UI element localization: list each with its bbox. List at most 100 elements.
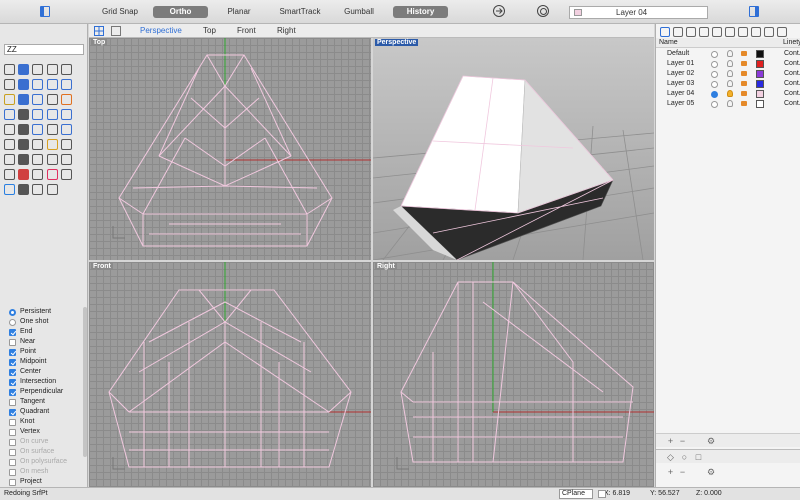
osnap-item[interactable]: Intersection xyxy=(8,377,86,387)
secondary-remove-icon[interactable]: − xyxy=(678,468,687,477)
layer-color-swatch[interactable] xyxy=(756,100,764,108)
lights-tab-icon[interactable] xyxy=(738,27,748,37)
tool-icon[interactable] xyxy=(18,169,30,180)
remove-layer-icon[interactable]: − xyxy=(678,437,687,446)
tool-icon[interactable] xyxy=(46,109,58,120)
tool-icon[interactable] xyxy=(3,169,15,180)
smarttrack-button[interactable]: SmartTrack xyxy=(277,6,323,18)
tool-icon[interactable] xyxy=(61,109,73,120)
history-button[interactable]: History xyxy=(393,6,448,18)
tool-icon[interactable] xyxy=(46,184,58,195)
layer-current-radio[interactable] xyxy=(711,100,718,108)
filter-target-icon[interactable] xyxy=(537,5,549,17)
tool-icon[interactable] xyxy=(18,139,30,150)
lightbulb-icon[interactable] xyxy=(727,100,733,107)
layer-color-swatch[interactable] xyxy=(756,60,764,68)
secondary-materials-icon[interactable]: □ xyxy=(694,453,703,462)
osnap-checkbox[interactable] xyxy=(9,478,16,486)
osnap-item[interactable]: Vertex xyxy=(8,427,86,437)
osnap-item[interactable]: On surface xyxy=(8,447,86,457)
osnap-scrollbar[interactable] xyxy=(83,307,87,457)
tool-icon[interactable] xyxy=(32,109,44,120)
osnap-item[interactable]: Midpoint xyxy=(8,357,86,367)
tool-icon[interactable] xyxy=(18,124,30,135)
tool-icon[interactable] xyxy=(32,169,44,180)
layers-tab-icon[interactable] xyxy=(660,27,670,37)
layer-row[interactable]: Layer 04 Cont. xyxy=(656,89,800,99)
monitor-tab-icon[interactable] xyxy=(764,27,774,37)
linetype-column-header[interactable]: Linety xyxy=(783,38,800,48)
viewport-right[interactable]: Right xyxy=(373,262,654,487)
layer-options-gear-icon[interactable]: ⚙ xyxy=(704,437,718,446)
single-view-layout-icon[interactable] xyxy=(111,26,121,36)
lock-icon[interactable] xyxy=(741,51,747,56)
tool-icon[interactable] xyxy=(46,94,58,105)
lightbulb-icon[interactable] xyxy=(727,70,733,77)
tool-icon[interactable] xyxy=(32,154,44,165)
lock-icon[interactable] xyxy=(741,101,747,106)
secondary-add-icon[interactable]: + xyxy=(666,468,675,477)
tool-icon[interactable] xyxy=(3,184,15,195)
layer-row[interactable]: Layer 01 Cont. xyxy=(656,59,800,69)
osnap-checkbox[interactable] xyxy=(9,468,16,476)
tool-icon[interactable] xyxy=(32,64,44,75)
osnap-item[interactable]: On mesh xyxy=(8,467,86,477)
properties-tab-icon[interactable] xyxy=(673,27,683,37)
osnap-item[interactable]: Quadrant xyxy=(8,407,86,417)
osnap-radio[interactable] xyxy=(9,308,16,316)
tool-icon[interactable] xyxy=(32,139,44,150)
osnap-item[interactable]: One shot xyxy=(8,317,86,327)
coord-lock-checkbox[interactable] xyxy=(598,490,606,498)
layer-current-radio[interactable] xyxy=(711,50,718,58)
planar-button[interactable]: Planar xyxy=(222,6,256,18)
osnap-radio[interactable] xyxy=(9,318,16,326)
tool-icon[interactable] xyxy=(32,124,44,135)
current-layer-selector[interactable]: Layer 04 xyxy=(569,6,708,19)
layer-row[interactable]: Layer 05 Cont. xyxy=(656,99,800,109)
tool-icon[interactable] xyxy=(18,94,30,105)
layer-color-swatch[interactable] xyxy=(756,50,764,58)
osnap-checkbox[interactable] xyxy=(9,438,16,446)
tool-icon[interactable] xyxy=(3,79,15,90)
layer-row[interactable]: Layer 02 Cont. xyxy=(656,69,800,79)
tool-icon[interactable] xyxy=(32,79,44,90)
osnap-checkbox[interactable] xyxy=(9,338,16,346)
osnap-item[interactable]: Persistent xyxy=(8,307,86,317)
tool-icon[interactable] xyxy=(3,124,15,135)
secondary-layers-icon[interactable]: ◇ xyxy=(666,453,675,462)
tab-perspective[interactable]: Perspective xyxy=(140,26,182,36)
lock-icon[interactable] xyxy=(741,71,747,76)
tool-icon[interactable] xyxy=(46,139,58,150)
tool-icon[interactable] xyxy=(18,79,30,90)
tool-icon[interactable] xyxy=(18,184,30,195)
osnap-checkbox[interactable] xyxy=(9,328,16,336)
display-tab-icon[interactable] xyxy=(699,27,709,37)
layer-color-swatch[interactable] xyxy=(756,90,764,98)
tool-icon[interactable] xyxy=(61,139,73,150)
viewport-perspective[interactable]: Perspective xyxy=(373,38,654,260)
grid-snap-button[interactable]: Grid Snap xyxy=(98,6,142,18)
osnap-checkbox[interactable] xyxy=(9,368,16,376)
layer-current-radio[interactable] xyxy=(711,80,718,88)
tab-right[interactable]: Right xyxy=(277,26,296,36)
render-tab-icon[interactable] xyxy=(725,27,735,37)
tool-icon[interactable] xyxy=(46,64,58,75)
lightbulb-icon[interactable] xyxy=(727,80,733,87)
lock-icon[interactable] xyxy=(741,81,747,86)
osnap-item[interactable]: Near xyxy=(8,337,86,347)
osnap-item[interactable]: Knot xyxy=(8,417,86,427)
tool-icon[interactable] xyxy=(3,94,15,105)
four-view-layout-icon[interactable] xyxy=(94,26,104,36)
add-layer-icon[interactable]: + xyxy=(666,437,675,446)
secondary-properties-icon[interactable]: ○ xyxy=(680,453,689,462)
osnap-checkbox[interactable] xyxy=(9,358,16,366)
gumball-button[interactable]: Gumball xyxy=(340,6,378,18)
tool-icon[interactable] xyxy=(3,109,15,120)
lightbulb-icon[interactable] xyxy=(727,50,733,57)
toggle-left-panel-icon[interactable] xyxy=(40,6,50,17)
osnap-item[interactable]: Point xyxy=(8,347,86,357)
tool-icon[interactable] xyxy=(61,64,73,75)
tool-icon[interactable] xyxy=(46,79,58,90)
osnap-item[interactable]: End xyxy=(8,327,86,337)
tool-icon[interactable] xyxy=(46,169,58,180)
